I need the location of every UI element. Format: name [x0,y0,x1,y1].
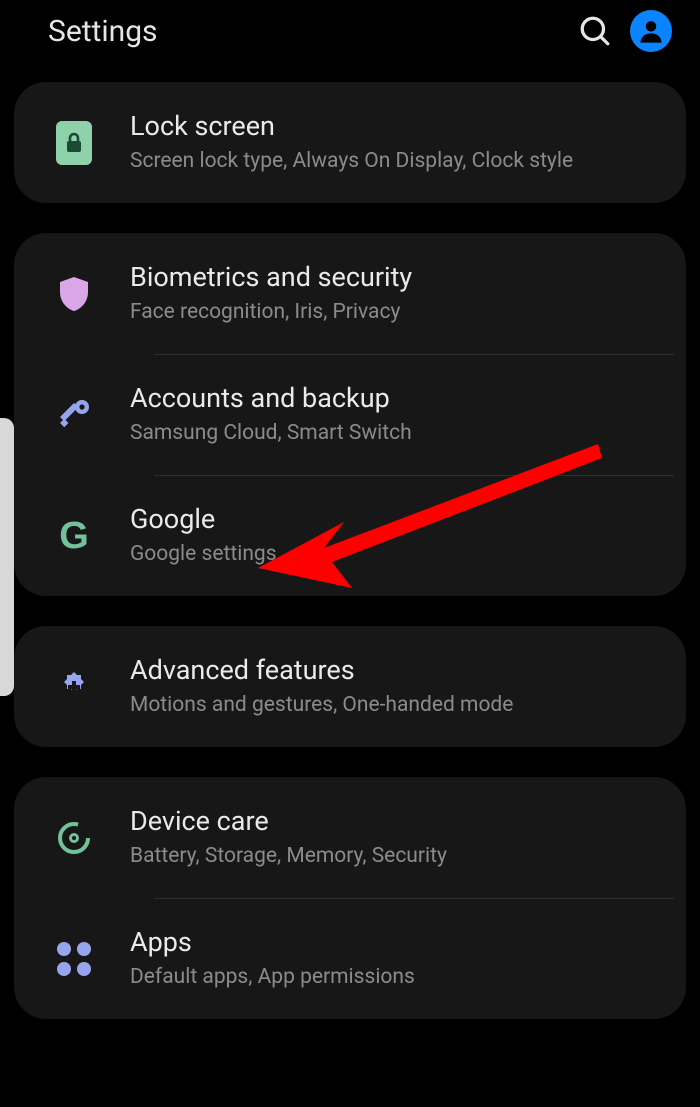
device-care-icon [50,814,98,862]
settings-group: Lock screen Screen lock type, Always On … [14,82,686,203]
settings-item-accounts-backup[interactable]: Accounts and backup Samsung Cloud, Smart… [14,354,686,475]
item-subtitle: Google settings [130,541,664,568]
search-icon[interactable] [578,14,612,48]
settings-item-apps[interactable]: Apps Default apps, App permissions [14,898,686,1019]
scrollbar-thumb[interactable] [0,418,14,696]
item-title: Google [130,503,664,537]
item-title: Device care [130,805,664,839]
settings-group: Biometrics and security Face recognition… [14,233,686,596]
apps-icon [50,935,98,983]
settings-item-google[interactable]: G Google Google settings [14,475,686,596]
settings-item-advanced-features[interactable]: Advanced features Motions and gestures, … [14,626,686,747]
key-icon [50,391,98,439]
item-title: Lock screen [130,110,664,144]
settings-item-lock-screen[interactable]: Lock screen Screen lock type, Always On … [14,82,686,203]
item-title: Apps [130,926,664,960]
item-title: Advanced features [130,654,664,688]
item-subtitle: Face recognition, Iris, Privacy [130,299,664,326]
settings-item-biometrics-security[interactable]: Biometrics and security Face recognition… [14,233,686,354]
shield-icon [50,270,98,318]
item-title: Accounts and backup [130,382,664,416]
lock-icon [50,119,98,167]
item-title: Biometrics and security [130,261,664,295]
item-subtitle: Battery, Storage, Memory, Security [130,843,664,870]
account-avatar[interactable] [630,10,672,52]
settings-group: Device care Battery, Storage, Memory, Se… [14,777,686,1019]
settings-group: Advanced features Motions and gestures, … [14,626,686,747]
page-title: Settings [48,14,560,49]
item-subtitle: Samsung Cloud, Smart Switch [130,420,664,447]
header: Settings [0,0,700,82]
item-subtitle: Default apps, App permissions [130,964,664,991]
gear-plus-icon [50,663,98,711]
item-subtitle: Screen lock type, Always On Display, Clo… [130,148,664,175]
settings-item-device-care[interactable]: Device care Battery, Storage, Memory, Se… [14,777,686,898]
google-icon: G [50,512,98,560]
item-subtitle: Motions and gestures, One-handed mode [130,692,664,719]
